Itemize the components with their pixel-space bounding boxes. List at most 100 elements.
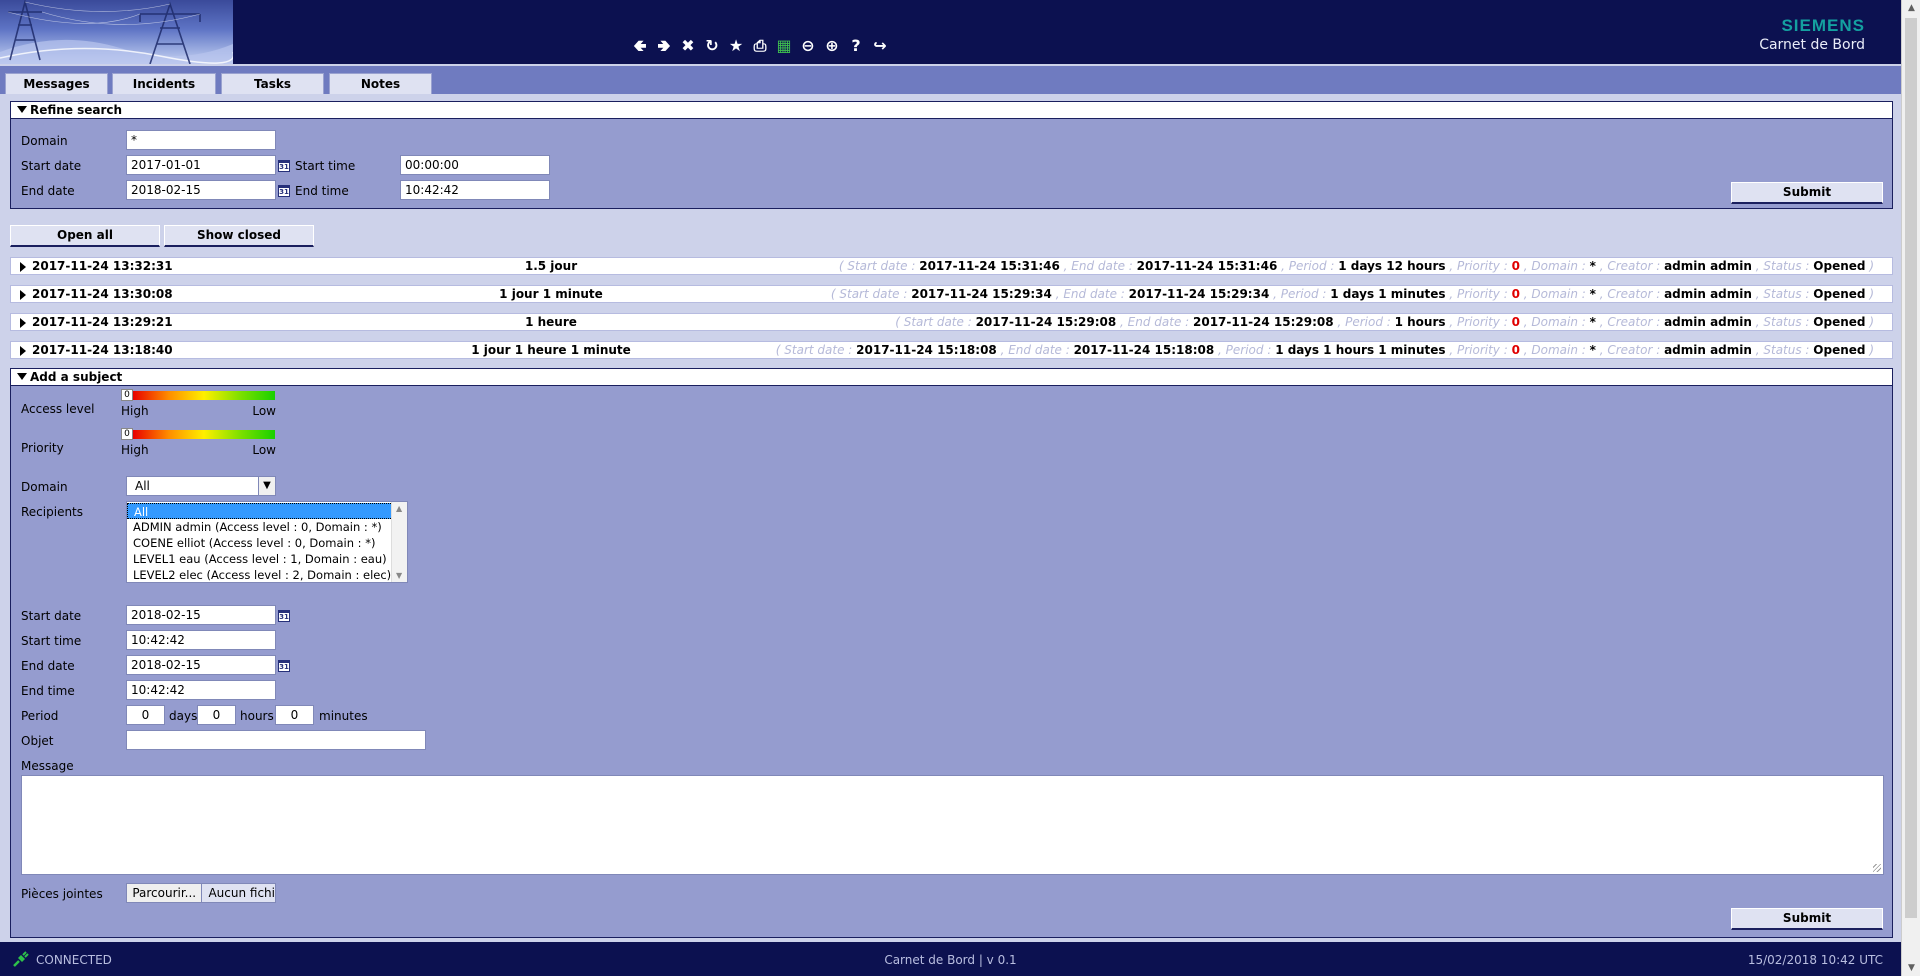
- tab-messages[interactable]: Messages: [5, 73, 108, 94]
- recipient-option[interactable]: LEVEL2 elec (Access level : 2, Domain : …: [127, 567, 407, 582]
- row-end-date: 2017-11-24 15:29:08: [1193, 315, 1334, 329]
- end-time-input[interactable]: 10:42:42: [126, 680, 276, 700]
- priority-key: , Priority :: [1445, 287, 1512, 301]
- recipients-listbox[interactable]: All ADMIN admin (Access level : 0, Domain…: [126, 501, 408, 583]
- low-label: Low: [252, 404, 276, 418]
- objet-input[interactable]: [126, 730, 426, 750]
- row-period: 1 days 1 minutes: [1330, 287, 1446, 301]
- calendar-icon[interactable]: 31: [278, 185, 290, 197]
- scroll-up-icon[interactable]: ▲: [396, 504, 402, 513]
- calendar-icon[interactable]: 31: [278, 160, 290, 172]
- excel-icon[interactable]: ▦: [774, 36, 794, 56]
- recipient-option[interactable]: ADMIN admin (Access level : 0, Domain : …: [127, 519, 407, 535]
- status-bar: CONNECTED Carnet de Bord | v 0.1 15/02/2…: [0, 942, 1901, 976]
- start-time-input[interactable]: 10:42:42: [126, 630, 276, 650]
- row-end-date: 2017-11-24 15:18:08: [1073, 343, 1215, 357]
- row-details: ( Start date : 2017-11-24 15:29:34 , End…: [831, 286, 1874, 302]
- close-circle-icon[interactable]: ✖: [678, 36, 698, 56]
- creator-key: , Creator :: [1595, 315, 1665, 329]
- logout-icon[interactable]: ↪: [870, 36, 890, 56]
- task-row[interactable]: 2017-11-24 13:29:21 1 heure ( Start date :…: [10, 313, 1893, 331]
- listbox-scrollbar[interactable]: ▲ ▼: [391, 502, 407, 582]
- domain-key: , Domain :: [1519, 259, 1590, 273]
- add-submit-button[interactable]: Submit: [1731, 908, 1883, 930]
- domain-input[interactable]: *: [126, 130, 276, 150]
- browse-button[interactable]: Parcourir...: [127, 884, 203, 902]
- expand-triangle-icon[interactable]: [20, 262, 26, 272]
- priority-gauge[interactable]: 0 High Low: [121, 428, 276, 458]
- start-date-input[interactable]: 2018-02-15: [126, 605, 276, 625]
- start-time-input[interactable]: 00:00:00: [400, 155, 550, 175]
- start-date-key: ( Start date :: [830, 287, 912, 301]
- days-input[interactable]: 0: [126, 705, 165, 725]
- help-icon[interactable]: ?: [846, 36, 866, 56]
- row-creator: admin admin: [1664, 259, 1752, 273]
- domain-select[interactable]: All ▼: [126, 476, 276, 496]
- period-key: , Period :: [1269, 287, 1331, 301]
- message-textarea[interactable]: [21, 775, 1884, 875]
- no-file-text: Aucun fichi: [208, 886, 275, 900]
- refresh-icon[interactable]: ↻: [702, 36, 722, 56]
- priority-key: , Priority :: [1445, 343, 1512, 357]
- chevron-down-icon[interactable]: ▼: [258, 477, 275, 495]
- recipients-label: Recipients: [21, 505, 84, 519]
- access-level-bar[interactable]: [133, 391, 275, 400]
- access-level-gauge[interactable]: 0 High Low: [121, 389, 276, 419]
- row-date: 2017-11-24 13:18:40: [32, 343, 173, 357]
- arrow-left-icon[interactable]: 🢀: [630, 36, 650, 56]
- row-end-date: 2017-11-24 15:31:46: [1136, 259, 1278, 273]
- close-paren: ): [1865, 287, 1874, 301]
- minutes-input[interactable]: 0: [275, 705, 314, 725]
- show-closed-button[interactable]: Show closed: [164, 225, 314, 247]
- page-scrollbar[interactable]: ▲ ▼: [1901, 0, 1920, 976]
- resize-grip-icon[interactable]: [1873, 864, 1881, 872]
- tab-tasks[interactable]: Tasks: [221, 73, 324, 94]
- zoom-in-icon[interactable]: ⊕: [822, 36, 842, 56]
- collapse-triangle-icon: [17, 106, 27, 113]
- scroll-up-icon[interactable]: ▲: [1902, 3, 1920, 13]
- expand-triangle-icon[interactable]: [20, 346, 26, 356]
- end-time-input[interactable]: 10:42:42: [400, 180, 550, 200]
- scroll-down-icon[interactable]: ▼: [1902, 963, 1920, 973]
- priority-bar[interactable]: [133, 430, 275, 439]
- refine-search-title: Refine search: [30, 103, 123, 117]
- calendar-icon[interactable]: 31: [278, 610, 290, 622]
- arrow-right-icon[interactable]: 🢂: [654, 36, 674, 56]
- add-subject-header[interactable]: Add a subject: [11, 369, 1892, 386]
- domain-label: Domain: [21, 134, 68, 148]
- scrollbar-thumb[interactable]: [1905, 18, 1917, 918]
- row-end-date: 2017-11-24 15:29:34: [1128, 287, 1270, 301]
- end-time-label: End time: [295, 184, 349, 198]
- refine-submit-button[interactable]: Submit: [1731, 182, 1883, 204]
- print-icon[interactable]: ⎙: [750, 36, 770, 56]
- start-date-input[interactable]: 2017-01-01: [126, 155, 276, 175]
- task-row[interactable]: 2017-11-24 13:32:31 1.5 jour ( Start date …: [10, 257, 1893, 275]
- task-row[interactable]: 2017-11-24 13:18:40 1 jour 1 heure 1 minu…: [10, 341, 1893, 359]
- star-icon[interactable]: ★: [726, 36, 746, 56]
- domain-key: , Domain :: [1519, 287, 1590, 301]
- end-date-input[interactable]: 2018-02-15: [126, 180, 276, 200]
- row-status: Opened: [1813, 343, 1866, 357]
- end-date-key: , End date :: [1051, 287, 1129, 301]
- end-date-input[interactable]: 2018-02-15: [126, 655, 276, 675]
- row-duration: 1 heure: [525, 315, 577, 329]
- row-duration: 1 jour 1 minute: [499, 287, 603, 301]
- recipient-option[interactable]: LEVEL1 eau (Access level : 1, Domain : e…: [127, 551, 407, 567]
- tab-notes[interactable]: Notes: [329, 73, 432, 94]
- row-creator: admin admin: [1664, 343, 1752, 357]
- hours-input[interactable]: 0: [197, 705, 236, 725]
- expand-triangle-icon[interactable]: [20, 318, 26, 328]
- refine-search-header[interactable]: Refine search: [11, 102, 1892, 119]
- recipient-option[interactable]: All: [127, 503, 407, 519]
- expand-triangle-icon[interactable]: [20, 290, 26, 300]
- calendar-icon[interactable]: 31: [278, 660, 290, 672]
- scroll-down-icon[interactable]: ▼: [396, 571, 402, 580]
- tab-incidents[interactable]: Incidents: [112, 73, 216, 94]
- recipient-option[interactable]: COENE elliot (Access level : 0, Domain :…: [127, 535, 407, 551]
- file-input[interactable]: Parcourir... Aucun fichi: [126, 883, 276, 903]
- open-all-button[interactable]: Open all: [10, 225, 160, 247]
- task-row[interactable]: 2017-11-24 13:30:08 1 jour 1 minute ( Star…: [10, 285, 1893, 303]
- row-status: Opened: [1813, 287, 1866, 301]
- end-time-label: End time: [21, 684, 75, 698]
- zoom-out-icon[interactable]: ⊖: [798, 36, 818, 56]
